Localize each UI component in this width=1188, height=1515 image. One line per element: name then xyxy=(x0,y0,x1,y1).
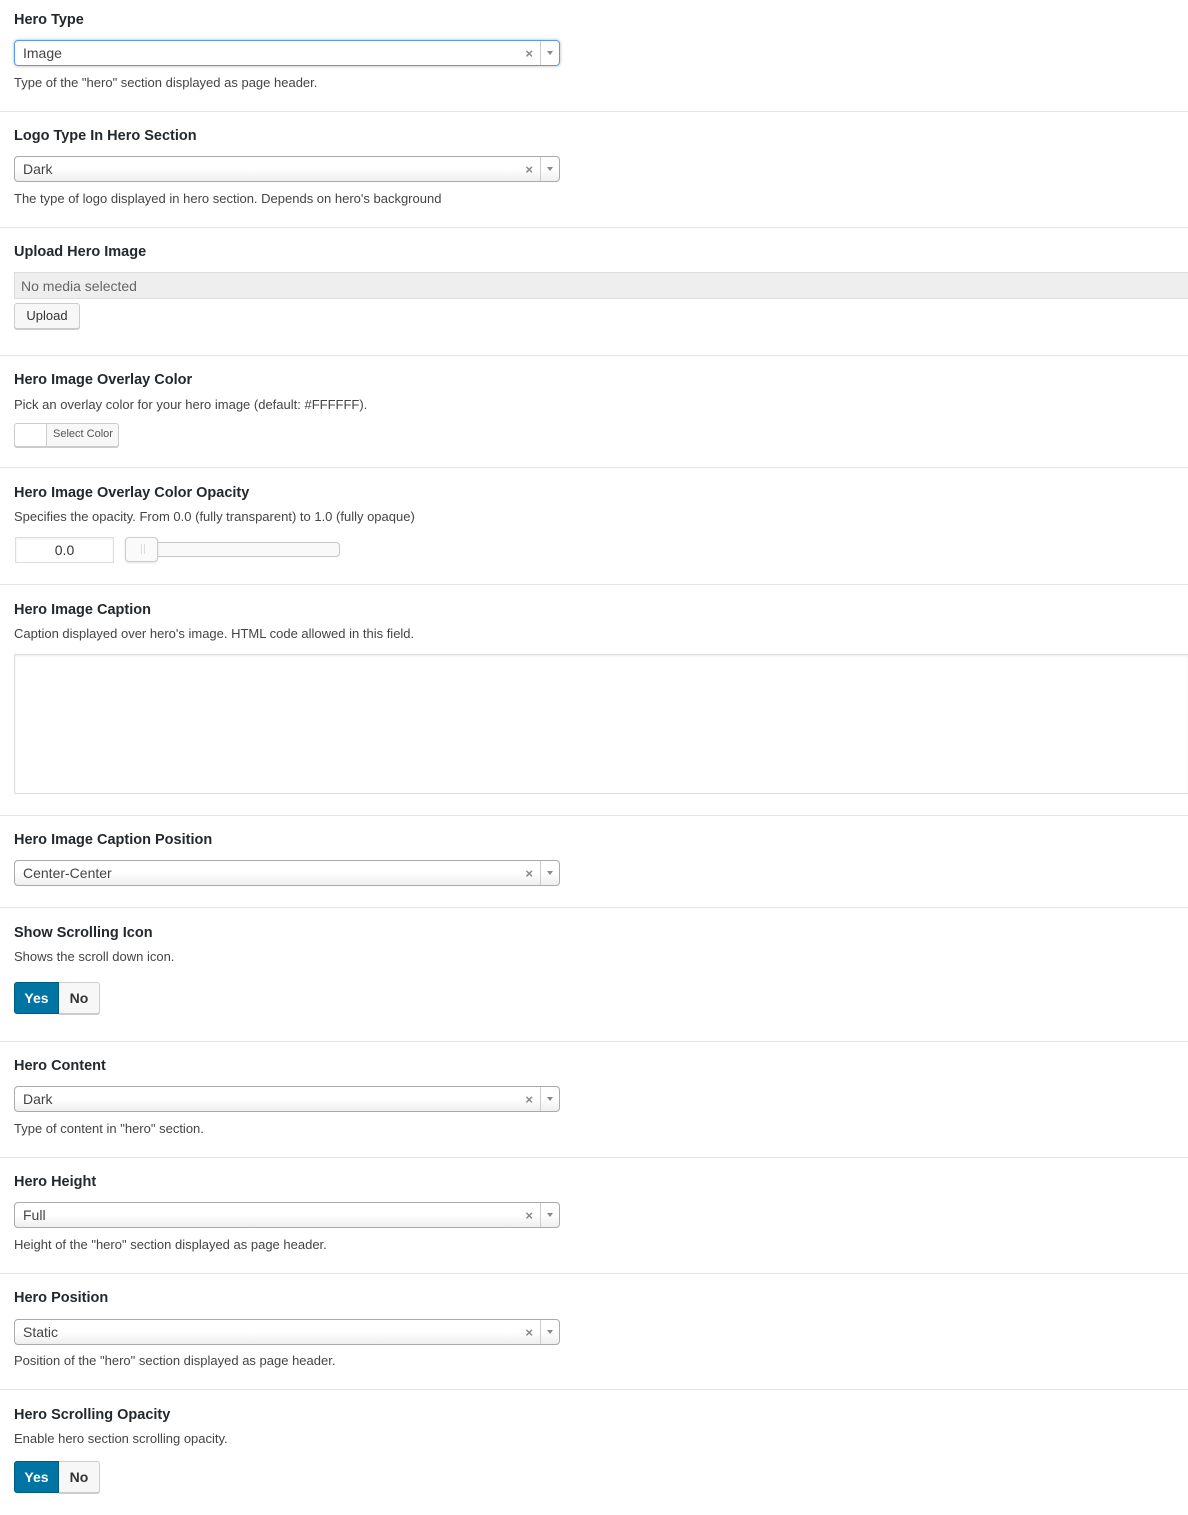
upload-button[interactable]: Upload xyxy=(14,303,80,329)
overlay-color-description: Pick an overlay color for your hero imag… xyxy=(14,397,368,412)
caption-textarea[interactable] xyxy=(14,654,1188,794)
caption-position-select[interactable]: Center-Center × xyxy=(14,860,560,886)
caption-title: Hero Image Caption xyxy=(14,602,151,618)
hero-position-select[interactable]: Static × xyxy=(14,1319,560,1345)
close-icon[interactable]: × xyxy=(525,866,533,882)
logo-type-description: The type of logo displayed in hero secti… xyxy=(14,191,442,206)
dropdown-toggle[interactable] xyxy=(540,41,559,65)
divider xyxy=(0,907,1188,908)
scrolling-icon-title: Show Scrolling Icon xyxy=(14,925,153,941)
hero-height-value: Full xyxy=(23,1207,46,1223)
hero-type-value: Image xyxy=(23,45,62,61)
dropdown-toggle[interactable] xyxy=(540,1320,559,1344)
hero-type-description: Type of the "hero" section displayed as … xyxy=(14,75,318,90)
scrolling-opacity-description: Enable hero section scrolling opacity. xyxy=(14,1431,228,1446)
close-icon[interactable]: × xyxy=(525,1325,533,1341)
chevron-down-icon xyxy=(547,1097,553,1101)
divider xyxy=(0,1273,1188,1274)
scrolling-opacity-toggle: Yes No xyxy=(14,1461,100,1493)
select-color-label: Select Color xyxy=(53,428,113,440)
media-url-field[interactable]: No media selected xyxy=(14,272,1188,299)
hero-content-select[interactable]: Dark × xyxy=(14,1086,560,1112)
chevron-down-icon xyxy=(547,167,553,171)
logo-type-title: Logo Type In Hero Section xyxy=(14,128,197,144)
overlay-opacity-title: Hero Image Overlay Color Opacity xyxy=(14,485,250,501)
opacity-input[interactable]: 0.0 xyxy=(15,537,114,563)
chevron-down-icon xyxy=(547,51,553,55)
no-button[interactable]: No xyxy=(59,1461,100,1493)
dropdown-toggle[interactable] xyxy=(540,861,559,885)
divider xyxy=(0,355,1188,356)
overlay-opacity-description: Specifies the opacity. From 0.0 (fully t… xyxy=(14,509,415,524)
yes-button[interactable]: Yes xyxy=(14,982,59,1014)
yes-button[interactable]: Yes xyxy=(14,1461,59,1493)
dropdown-toggle[interactable] xyxy=(540,1087,559,1111)
caption-position-title: Hero Image Caption Position xyxy=(14,832,213,848)
hero-type-title: Hero Type xyxy=(14,12,84,28)
hero-height-select[interactable]: Full × xyxy=(14,1202,560,1228)
divider xyxy=(0,1389,1188,1390)
dropdown-toggle[interactable] xyxy=(540,1203,559,1227)
no-button[interactable]: No xyxy=(59,982,100,1014)
hero-content-value: Dark xyxy=(23,1091,53,1107)
scrolling-icon-toggle: Yes No xyxy=(14,982,100,1014)
close-icon[interactable]: × xyxy=(525,162,533,178)
close-icon[interactable]: × xyxy=(525,1092,533,1108)
hero-height-description: Height of the "hero" section displayed a… xyxy=(14,1237,327,1252)
close-icon[interactable]: × xyxy=(525,1208,533,1224)
color-picker-button[interactable]: Select Color xyxy=(14,423,119,447)
hero-position-value: Static xyxy=(23,1324,59,1340)
opacity-slider-handle[interactable] xyxy=(125,537,158,562)
divider xyxy=(0,467,1188,468)
divider xyxy=(0,584,1188,585)
divider xyxy=(0,815,1188,816)
color-swatch xyxy=(15,424,47,446)
hero-height-title: Hero Height xyxy=(14,1174,97,1190)
scrolling-icon-description: Shows the scroll down icon. xyxy=(14,949,175,964)
media-placeholder: No media selected xyxy=(21,278,137,294)
logo-type-select[interactable]: Dark × xyxy=(14,156,560,182)
hero-content-title: Hero Content xyxy=(14,1058,106,1074)
divider xyxy=(0,111,1188,112)
hero-position-title: Hero Position xyxy=(14,1290,109,1306)
logo-type-value: Dark xyxy=(23,161,53,177)
caption-description: Caption displayed over hero's image. HTM… xyxy=(14,626,415,641)
opacity-slider-track[interactable] xyxy=(127,542,340,557)
hero-content-description: Type of content in "hero" section. xyxy=(14,1121,204,1136)
hero-type-select[interactable]: Image × xyxy=(14,40,560,66)
chevron-down-icon xyxy=(547,1213,553,1217)
dropdown-toggle[interactable] xyxy=(540,157,559,181)
divider xyxy=(0,1041,1188,1042)
divider xyxy=(0,227,1188,228)
caption-position-value: Center-Center xyxy=(23,865,112,881)
chevron-down-icon xyxy=(547,871,553,875)
chevron-down-icon xyxy=(547,1330,553,1334)
close-icon[interactable]: × xyxy=(525,46,533,62)
upload-image-title: Upload Hero Image xyxy=(14,244,147,260)
scrolling-opacity-title: Hero Scrolling Opacity xyxy=(14,1407,171,1423)
divider xyxy=(0,1157,1188,1158)
hero-position-description: Position of the "hero" section displayed… xyxy=(14,1353,336,1368)
overlay-color-title: Hero Image Overlay Color xyxy=(14,372,193,388)
